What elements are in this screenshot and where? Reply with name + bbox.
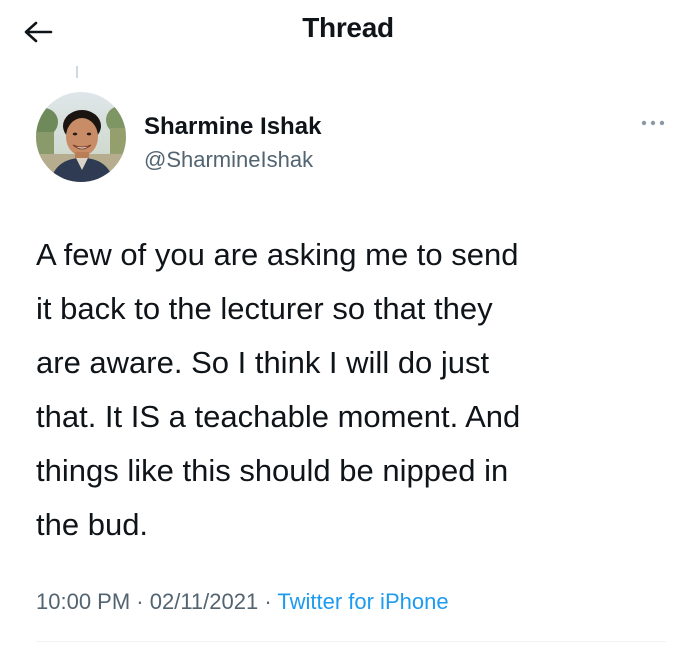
author-name[interactable]: Sharmine Ishak [144, 113, 321, 141]
avatar-image [36, 92, 126, 182]
tweet-meta: 10:00 PM · 02/11/2021 · Twitter for iPho… [36, 589, 449, 615]
more-horizontal-icon [641, 120, 665, 126]
top-bar: Thread [0, 0, 696, 60]
author-handle[interactable]: @SharmineIshak [144, 147, 313, 173]
thread-connector-line [76, 66, 78, 78]
meta-separator: · [130, 589, 150, 614]
tweet-source-link[interactable]: Twitter for iPhone [277, 589, 448, 614]
meta-separator: · [258, 589, 278, 614]
tweet-time[interactable]: 10:00 PM [36, 589, 130, 614]
tweet-date[interactable]: 02/11/2021 [150, 589, 258, 614]
more-options-button[interactable] [636, 108, 670, 138]
page-title: Thread [302, 12, 394, 43]
divider [36, 641, 666, 642]
tweet-text: A few of you are asking me to send it ba… [36, 237, 521, 542]
avatar[interactable] [36, 92, 126, 182]
